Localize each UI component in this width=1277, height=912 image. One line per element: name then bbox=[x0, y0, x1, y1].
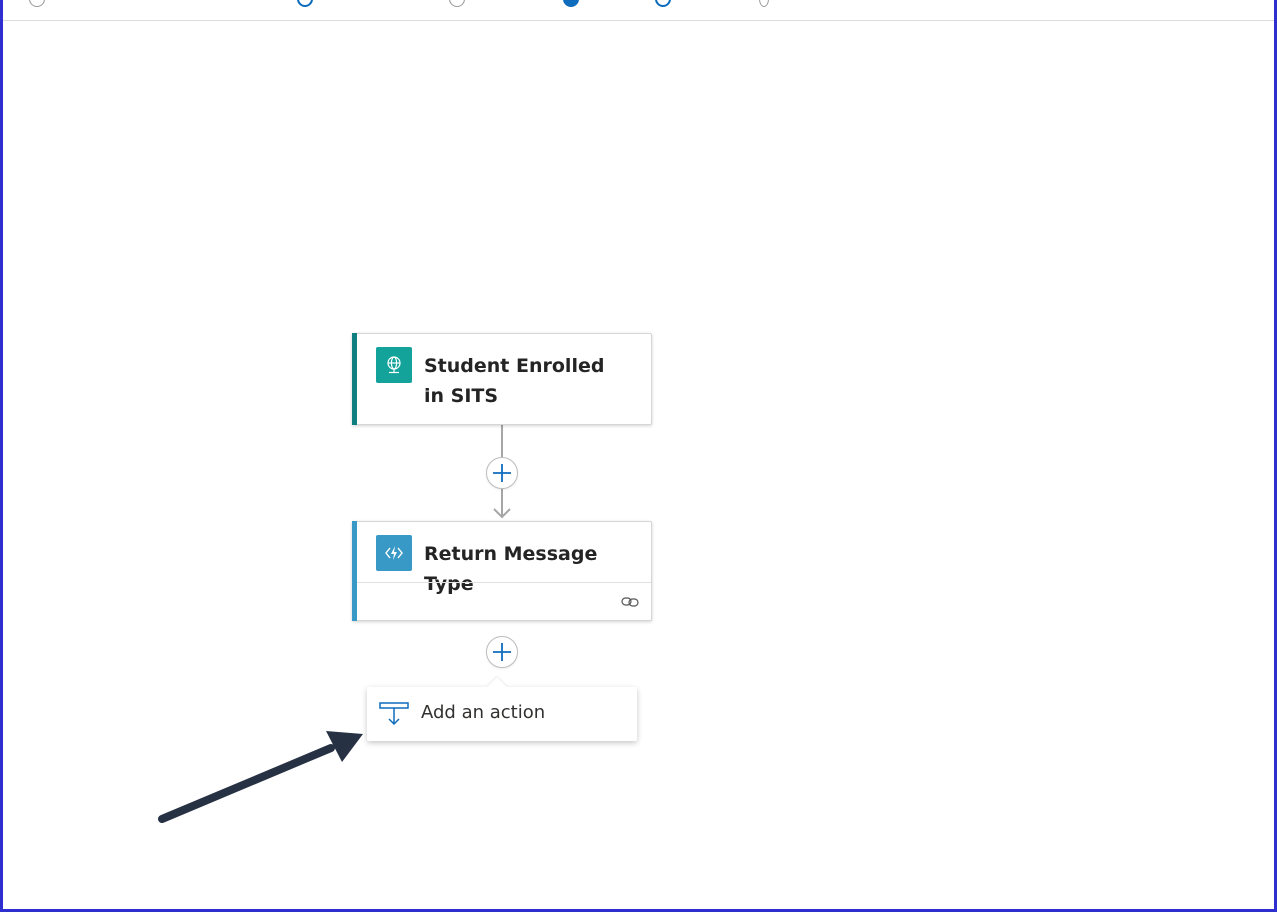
link-icon[interactable] bbox=[621, 594, 639, 608]
toolbar-icon[interactable] bbox=[29, 0, 45, 7]
plus-icon bbox=[493, 464, 511, 482]
designer-toolbar bbox=[3, 0, 1274, 21]
plus-icon bbox=[493, 643, 511, 661]
toolbar-icon[interactable] bbox=[563, 0, 579, 7]
card-divider bbox=[357, 582, 651, 583]
trigger-card[interactable]: Student Enrolled in SITS bbox=[352, 333, 652, 425]
action-card[interactable]: Return Message Type bbox=[352, 521, 652, 621]
globe-network-icon bbox=[376, 347, 412, 383]
card-accent bbox=[352, 521, 357, 621]
insert-step-button[interactable] bbox=[486, 457, 518, 489]
step-title: Return Message Type bbox=[424, 543, 598, 595]
toolbar-icon[interactable] bbox=[297, 0, 313, 7]
add-action-icon bbox=[379, 701, 409, 727]
popup-caret-cover bbox=[482, 687, 512, 697]
azure-function-icon bbox=[376, 535, 412, 571]
connector-lines bbox=[493, 425, 511, 519]
toolbar-icon[interactable] bbox=[449, 0, 465, 7]
toolbar-icon[interactable] bbox=[759, 0, 769, 7]
toolbar-icon[interactable] bbox=[655, 0, 671, 7]
add-step-button[interactable] bbox=[486, 636, 518, 668]
add-action-menu-item[interactable]: Add an action bbox=[367, 677, 637, 741]
card-accent bbox=[352, 333, 357, 425]
step-title: Student Enrolled in SITS bbox=[424, 355, 605, 407]
add-action-label: Add an action bbox=[421, 702, 546, 723]
designer-canvas: Student Enrolled in SITS Return Message … bbox=[3, 21, 1274, 909]
